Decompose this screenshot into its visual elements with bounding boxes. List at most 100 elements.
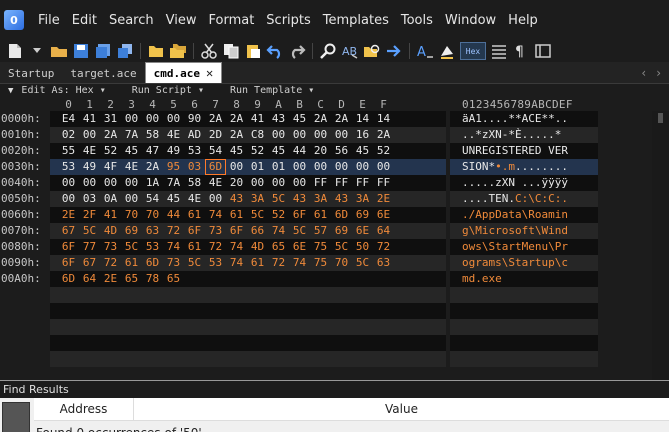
hex-byte[interactable]: 61	[121, 255, 142, 271]
hex-byte[interactable]: 44	[163, 207, 184, 223]
hex-byte[interactable]: 74	[163, 239, 184, 255]
replace-icon[interactable]: AB	[341, 42, 359, 60]
hex-byte[interactable]: 2A	[310, 111, 331, 127]
hex-byte[interactable]: 56	[331, 143, 352, 159]
hex-byte[interactable]: 00	[289, 127, 310, 143]
hex-row[interactable]: 0070h: g\Microsoft\Wind 67 5C 4D 69 63 72 6F 73 6F…	[0, 223, 669, 239]
hex-byte[interactable]: 02	[58, 127, 79, 143]
hex-byte[interactable]: 2E	[58, 207, 79, 223]
hex-byte[interactable]: 61	[226, 207, 247, 223]
hex-byte[interactable]: 4E	[205, 175, 226, 191]
ascii-text[interactable]	[450, 319, 598, 335]
hex-byte[interactable]: 41	[247, 111, 268, 127]
ascii-text[interactable]: ograms\Startup\c	[450, 255, 598, 271]
hex-byte[interactable]: C8	[247, 127, 268, 143]
hex-byte[interactable]: 49	[79, 159, 100, 175]
hex-byte[interactable]: 6E	[289, 239, 310, 255]
hex-byte[interactable]: 53	[205, 255, 226, 271]
hex-byte[interactable]: 0A	[100, 191, 121, 207]
hex-byte[interactable]: 73	[100, 239, 121, 255]
hex-byte[interactable]: 2A	[100, 127, 121, 143]
hex-byte[interactable]: 5C	[289, 223, 310, 239]
hex-byte[interactable]: 2A	[373, 127, 394, 143]
hex-byte[interactable]: 3A	[352, 191, 373, 207]
hex-byte[interactable]: 45	[289, 111, 310, 127]
hex-row[interactable]: 00A0h: md.exe 6D 64 2E 65 78 65	[0, 271, 669, 287]
hex-byte[interactable]: 00	[121, 175, 142, 191]
hex-byte[interactable]: 6E	[352, 223, 373, 239]
paste-icon[interactable]	[244, 42, 262, 60]
menu-tools[interactable]: Tools	[395, 13, 439, 28]
save-all-icon[interactable]	[116, 42, 134, 60]
hex-byte[interactable]: 65	[163, 271, 184, 287]
hex-byte[interactable]: 75	[310, 239, 331, 255]
hex-byte[interactable]: 45	[268, 143, 289, 159]
hex-row[interactable]	[0, 319, 669, 335]
hex-row[interactable]: 0090h: ograms\Startup\c 6F 67 72 61 6D 73 5C 53 74…	[0, 255, 669, 271]
hex-byte[interactable]: 5C	[247, 207, 268, 223]
hex-byte[interactable]: 2E	[373, 191, 394, 207]
hex-byte[interactable]: 6D	[58, 271, 79, 287]
hex-byte[interactable]: 47	[142, 143, 163, 159]
hex-row[interactable]	[0, 303, 669, 319]
hex-row[interactable]	[0, 351, 669, 367]
hex-byte[interactable]: 63	[142, 223, 163, 239]
hex-row[interactable]: 0080h: ows\StartMenu\Pr 6F 77 73 5C 53 74 61 72 74…	[0, 239, 669, 255]
hex-byte[interactable]: 00	[226, 159, 247, 175]
hex-byte[interactable]: 01	[268, 159, 289, 175]
hex-byte[interactable]: 69	[121, 223, 142, 239]
hex-byte[interactable]: 74	[268, 223, 289, 239]
edit-as-dropdown[interactable]: Edit As: Hex ▾	[21, 85, 105, 96]
hex-byte[interactable]: FF	[331, 175, 352, 191]
hex-byte[interactable]: 53	[58, 159, 79, 175]
ascii-text[interactable]: ./AppData\Roamin	[450, 207, 598, 223]
hex-byte[interactable]: 73	[205, 223, 226, 239]
hex-byte[interactable]: 52	[373, 143, 394, 159]
hex-byte[interactable]: 74	[226, 255, 247, 271]
hex-byte[interactable]: 53	[142, 239, 163, 255]
ascii-text[interactable]	[450, 287, 598, 303]
hex-byte[interactable]: 31	[100, 111, 121, 127]
hex-byte[interactable]: 00	[268, 127, 289, 143]
chevron-down-icon[interactable]	[28, 42, 46, 60]
hex-byte[interactable]: 45	[121, 143, 142, 159]
hex-byte[interactable]: 73	[163, 255, 184, 271]
ascii-text[interactable]	[450, 303, 598, 319]
hex-byte[interactable]: 61	[310, 207, 331, 223]
hex-byte[interactable]: 00	[247, 175, 268, 191]
value-column-header[interactable]: Value	[134, 398, 669, 421]
hex-row[interactable]: 0030h: SION*•.m........ 53 49 4F 4E 2A 95 03 6D 00…	[0, 159, 669, 175]
ascii-text[interactable]: äA1....**ACE**..	[450, 111, 598, 127]
hex-byte[interactable]: 00	[289, 175, 310, 191]
hex-row[interactable]: 0010h: ..*zXN-­*È.....* 02 00 2A 7A 58 4E AD 2D 2A…	[0, 127, 669, 143]
hex-byte[interactable]: 43	[331, 191, 352, 207]
hex-byte[interactable]: 2A	[226, 111, 247, 127]
hex-byte[interactable]: 6F	[289, 207, 310, 223]
hex-byte[interactable]: FF	[352, 175, 373, 191]
hex-byte[interactable]: 2A	[226, 127, 247, 143]
hex-byte[interactable]: 45	[226, 143, 247, 159]
hex-byte[interactable]: 2A	[331, 111, 352, 127]
hex-byte[interactable]: 74	[226, 239, 247, 255]
hex-byte[interactable]: 50	[352, 239, 373, 255]
hex-byte[interactable]: 00	[289, 159, 310, 175]
hex-row[interactable]	[0, 287, 669, 303]
hex-byte[interactable]: 7A	[163, 175, 184, 191]
hex-byte[interactable]: 63	[373, 255, 394, 271]
hex-byte[interactable]: 41	[79, 111, 100, 127]
hex-byte[interactable]: 00	[142, 111, 163, 127]
hex-byte[interactable]: 4E	[184, 191, 205, 207]
hex-byte[interactable]: 6F	[58, 255, 79, 271]
hex-byte[interactable]: AD	[184, 127, 205, 143]
menu-window[interactable]: Window	[439, 13, 502, 28]
hex-byte[interactable]: 67	[79, 255, 100, 271]
ascii-text[interactable]: SION*•.m........	[450, 159, 598, 175]
font-icon[interactable]: A	[416, 42, 434, 60]
hex-byte[interactable]: 00	[205, 191, 226, 207]
hex-byte[interactable]: 45	[352, 143, 373, 159]
hex-byte[interactable]: 6F	[58, 239, 79, 255]
hex-byte[interactable]: 72	[268, 255, 289, 271]
hex-byte[interactable]: 2D	[205, 127, 226, 143]
hex-byte[interactable]: 2F	[79, 207, 100, 223]
hex-byte[interactable]: 5C	[331, 239, 352, 255]
